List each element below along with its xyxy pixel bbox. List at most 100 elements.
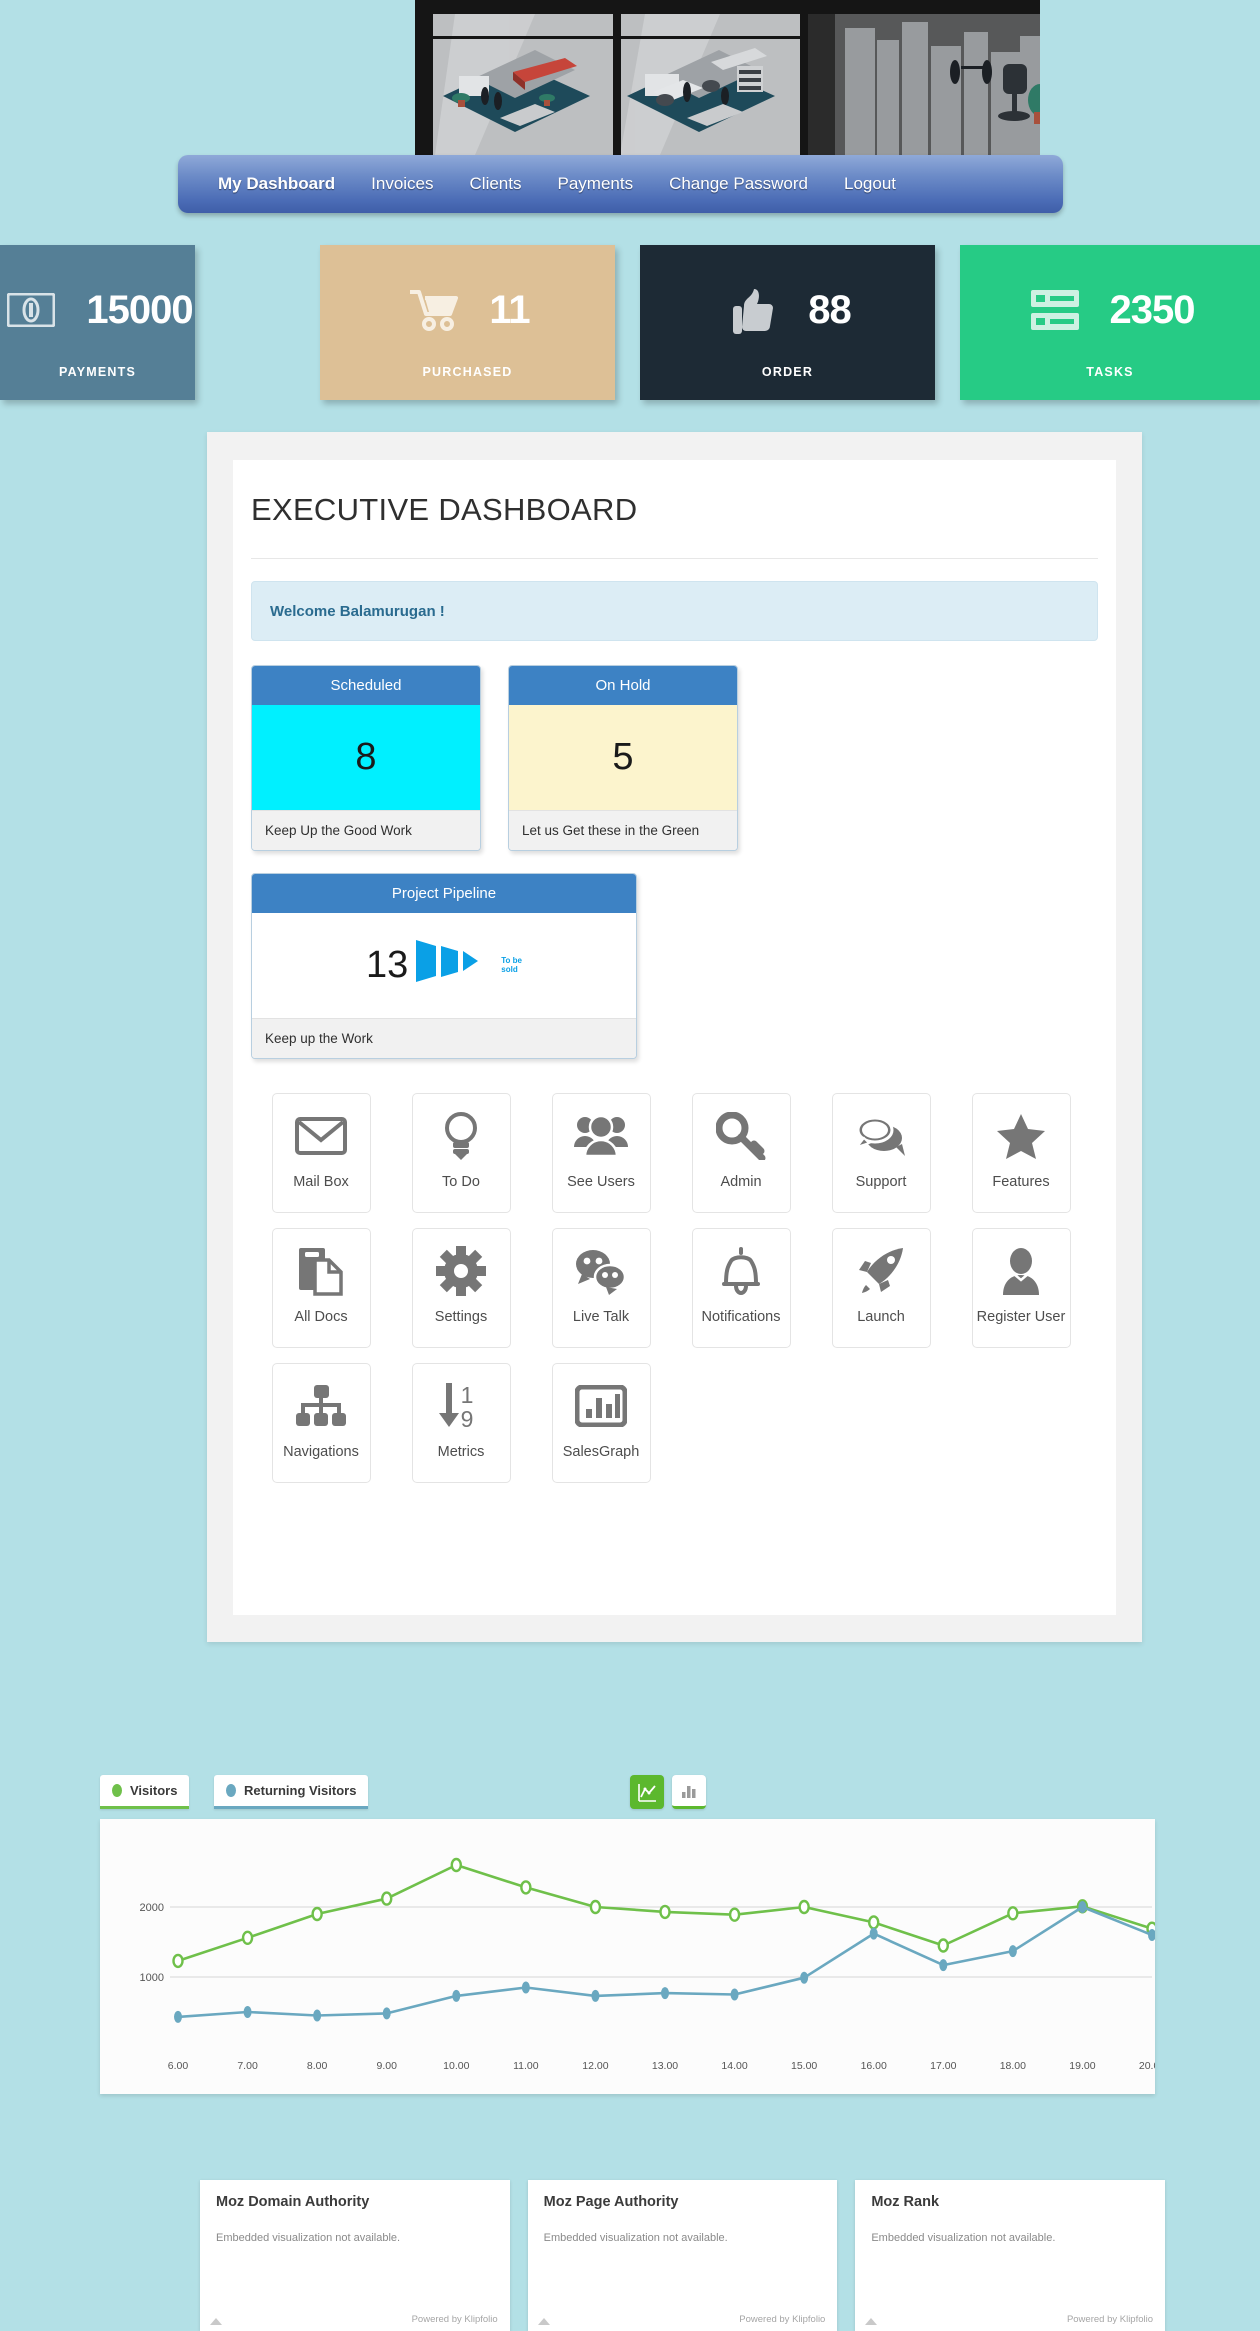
svg-text:9: 9 (461, 1406, 474, 1431)
grid-cell: Settings (391, 1228, 531, 1348)
nav-item-clients[interactable]: Clients (452, 168, 540, 200)
moz-card-title: Moz Page Authority (543, 2194, 679, 2210)
moz-card-message: Embedded visualization not available. (543, 2232, 728, 2244)
expand-triangle-icon[interactable] (210, 2318, 222, 2325)
action-tile-label: Metrics (437, 1444, 485, 1460)
shopping-cart-icon (405, 287, 463, 333)
grid-cell: Launch (811, 1228, 951, 1348)
moz-card-page-authority[interactable]: Moz Page Authority Embedded visualizatio… (527, 2180, 838, 2331)
action-tile-label: SalesGraph (562, 1444, 640, 1460)
dashboard-panel-outer: EXECUTIVE DASHBOARD Welcome Balamurugan … (207, 432, 1142, 1642)
svg-text:12.00: 12.00 (582, 2060, 608, 2072)
header-banner (415, 0, 1040, 155)
pipeline-widget-row: Project Pipeline 13 To be sold Keep up t… (251, 873, 1116, 1059)
chart-toolbar: Visitors Returning Visitors (100, 1775, 1160, 1815)
legend-label: Visitors (130, 1783, 178, 1798)
kpi-label: PURCHASED (422, 364, 513, 379)
quick-action-grid: Mail Box To Do See Users Admin Support F… (251, 1093, 1091, 1498)
thumbs-up-icon (724, 287, 782, 334)
moz-card-message: Embedded visualization not available. (871, 2232, 1056, 2244)
widget-on-hold[interactable]: On Hold 5 Let us Get these in the Green (508, 665, 738, 851)
action-tile-navigations[interactable]: Navigations (271, 1363, 371, 1483)
funnel-label-line2: sold (501, 964, 518, 974)
widget-scheduled[interactable]: Scheduled 8 Keep Up the Good Work (251, 665, 481, 851)
kpi-label: PAYMENTS (59, 364, 136, 379)
moz-card-rank[interactable]: Moz Rank Embedded visualization not avai… (855, 2180, 1166, 2331)
svg-text:1000: 1000 (140, 1972, 164, 1984)
nav-item-change-password[interactable]: Change Password (651, 168, 826, 200)
svg-text:14.00: 14.00 (721, 2060, 747, 2072)
action-tile-register-user[interactable]: Register User (971, 1228, 1071, 1348)
kpi-tile-tasks[interactable]: 2350 TASKS (960, 245, 1260, 400)
legend-label: Returning Visitors (244, 1783, 357, 1798)
nav-item-my-dashboard[interactable]: My Dashboard (200, 168, 353, 200)
action-tile-label: Register User (976, 1309, 1066, 1325)
action-tile-see-users[interactable]: See Users (551, 1093, 651, 1213)
bell-icon (712, 1243, 770, 1299)
action-tile-settings[interactable]: Settings (411, 1228, 511, 1348)
widget-value: 5 (509, 705, 737, 810)
action-tile-to-do[interactable]: To Do (411, 1093, 511, 1213)
grid-cell: All Docs (251, 1228, 391, 1348)
documents-icon (292, 1243, 350, 1299)
action-tile-support[interactable]: Support (831, 1093, 931, 1213)
view-button-bar-chart[interactable] (672, 1775, 706, 1809)
view-button-line-chart[interactable] (630, 1775, 664, 1809)
grid-cell: 19 Metrics (391, 1363, 531, 1483)
action-tile-label: Features (992, 1174, 1050, 1190)
action-tile-live-talk[interactable]: Live Talk (551, 1228, 651, 1348)
rocket-icon (852, 1243, 910, 1299)
action-tile-launch[interactable]: Launch (831, 1228, 931, 1348)
action-tile-notifications[interactable]: Notifications (691, 1228, 791, 1348)
visitors-chart-section: Visitors Returning Visitors 1000 2000 6.00… (0, 1775, 1260, 2094)
svg-text:19.00: 19.00 (1069, 2060, 1095, 2072)
expand-triangle-icon[interactable] (537, 2318, 550, 2325)
kpi-label: TASKS (1086, 364, 1134, 379)
welcome-banner: Welcome Balamurugan ! (251, 581, 1098, 641)
widget-header: Scheduled (252, 666, 480, 705)
kpi-tile-order[interactable]: 88 ORDER (640, 245, 935, 400)
grid-cell: Notifications (671, 1228, 811, 1348)
legend-button-visitors[interactable]: Visitors (100, 1775, 190, 1809)
grid-cell: Live Talk (531, 1228, 671, 1348)
users-group-icon (572, 1108, 630, 1164)
action-tile-label: Support (855, 1174, 907, 1190)
action-tile-label: See Users (567, 1174, 635, 1190)
title-divider (251, 558, 1098, 559)
action-tile-all-docs[interactable]: All Docs (271, 1228, 371, 1348)
grid-cell: Support (811, 1093, 951, 1213)
kpi-tile-purchased[interactable]: 11 PURCHASED (320, 245, 615, 400)
kpi-tile-row: 15000 PAYMENTS 11 PURCHASED 88 ORDER 235… (0, 245, 1260, 400)
key-icon (712, 1108, 770, 1164)
svg-text:9.00: 9.00 (376, 2060, 397, 2072)
nav-item-logout[interactable]: Logout (826, 168, 914, 200)
chat-bubbles-icon (572, 1243, 630, 1299)
action-tile-salesgraph[interactable]: SalesGraph (551, 1363, 651, 1483)
grid-cell: SalesGraph (531, 1363, 671, 1483)
kpi-tile-payments[interactable]: 15000 PAYMENTS (0, 245, 195, 400)
action-tile-admin[interactable]: Admin (691, 1093, 791, 1213)
moz-card-footer: Powered by Klipfolio (865, 2314, 1153, 2325)
svg-text:13.00: 13.00 (652, 2060, 678, 2072)
moz-card-footer: Powered by Klipfolio (537, 2314, 825, 2325)
action-tile-metrics[interactable]: 19 Metrics (411, 1363, 511, 1483)
expand-triangle-icon[interactable] (865, 2318, 878, 2325)
action-tile-features[interactable]: Features (971, 1093, 1071, 1213)
status-widget-row: Scheduled 8 Keep Up the Good Work On Hol… (251, 665, 1116, 851)
svg-text:16.00: 16.00 (861, 2060, 887, 2072)
legend-button-returning-visitors[interactable]: Returning Visitors (214, 1775, 369, 1809)
action-tile-mail-box[interactable]: Mail Box (271, 1093, 371, 1213)
office-illustration-icon (415, 0, 1040, 155)
nav-item-invoices[interactable]: Invoices (353, 168, 451, 200)
svg-text:2000: 2000 (140, 1902, 164, 1914)
svg-text:20.00: 20.00 (1139, 2060, 1155, 2072)
visitors-line-chart[interactable]: 1000 2000 6.00 7.00 8.00 9.00 10.00 11.00 12.00 1… (100, 1819, 1155, 2094)
widget-project-pipeline[interactable]: Project Pipeline 13 To be sold Keep up t… (251, 873, 637, 1059)
action-tile-label: Notifications (701, 1309, 781, 1325)
grid-cell: See Users (531, 1093, 671, 1213)
grid-cell: Navigations (251, 1363, 391, 1483)
nav-item-payments[interactable]: Payments (539, 168, 651, 200)
moz-card-domain-authority[interactable]: Moz Domain Authority Embedded visualizat… (200, 2180, 510, 2331)
action-tile-label: Live Talk (572, 1309, 630, 1325)
sort-numeric-down-icon: 19 (432, 1378, 490, 1434)
